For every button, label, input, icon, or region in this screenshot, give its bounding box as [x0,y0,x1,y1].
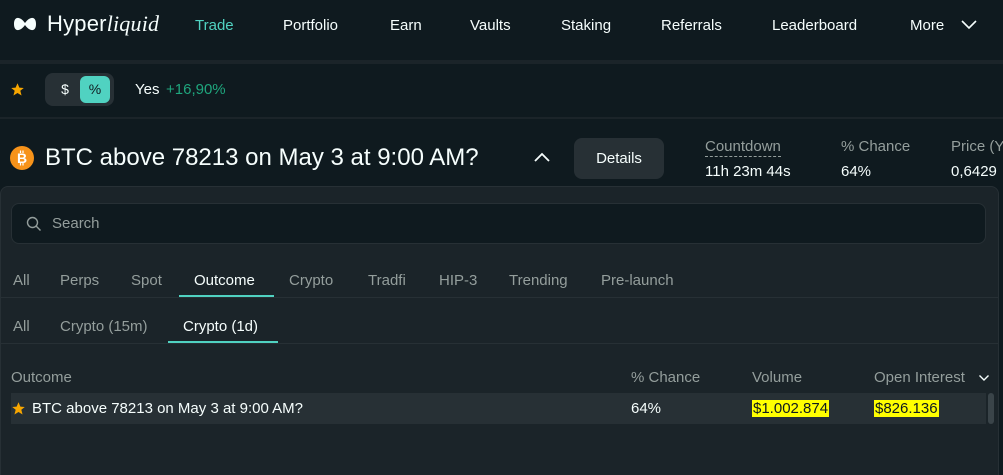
subtab-crypto-15m[interactable]: Crypto (15m) [60,318,148,335]
price-value: 0,6429 [951,163,997,180]
tab-spot[interactable]: Spot [131,272,162,289]
scrollbar[interactable] [988,393,994,424]
hyperliquid-logo-icon [14,17,36,31]
row-outcome[interactable]: BTC above 78213 on May 3 at 9:00 AM? [32,400,303,417]
row-open-interest: $826.136 [874,400,939,417]
row-volume: $1.002.874 [752,400,830,417]
chance-value: 64% [841,163,872,180]
chevron-up-icon[interactable] [533,150,551,164]
column-header-volume[interactable]: Volume [752,369,802,386]
favorites-divider [0,117,1003,119]
favorite-item-name[interactable]: Yes [135,81,159,98]
search-icon [26,216,41,231]
star-icon[interactable] [11,401,26,416]
countdown-value: 11h 23m 44s [705,163,791,180]
column-header-outcome[interactable]: Outcome [11,369,72,386]
star-icon[interactable] [10,82,25,97]
logo[interactable]: Hyperliquid [11,12,159,36]
tabs-divider [0,297,999,298]
subtabs-divider [0,343,999,344]
price-label: Price (Y [951,138,1003,155]
favorite-item-change: +16,90% [166,81,226,98]
tab-hip3[interactable]: HIP-3 [439,272,477,289]
subtab-crypto-1d[interactable]: Crypto (1d) [183,318,258,335]
nav-staking[interactable]: Staking [561,16,611,36]
unit-toggle: $ % [45,73,114,106]
details-button[interactable]: Details [574,138,664,179]
row-chance: 64% [631,400,662,417]
logo-text-regular: Hyper [47,11,107,36]
bitcoin-icon: B [10,146,34,170]
svg-text:B: B [17,150,27,166]
subtab-all[interactable]: All [13,318,30,335]
tab-tradfi[interactable]: Tradfi [368,272,406,289]
logo-text-italic: liquid [106,11,160,36]
nav-earn[interactable]: Earn [390,16,422,36]
row-open-interest-value: $826.136 [874,400,939,417]
tab-perps[interactable]: Perps [60,272,99,289]
tab-outcome[interactable]: Outcome [194,272,255,289]
tab-trending[interactable]: Trending [509,272,568,289]
tab-pre-launch[interactable]: Pre-launch [601,272,674,289]
market-title[interactable]: BTC above 78213 on May 3 at 9:00 AM? [45,143,479,173]
row-volume-value: $1.002.874 [752,400,830,417]
tab-crypto[interactable]: Crypto [289,272,333,289]
nav-more[interactable]: More [910,16,944,36]
search-input[interactable] [52,204,972,243]
column-header-open-interest[interactable]: Open Interest [874,369,965,386]
logo-text: Hyperliquid [47,12,159,36]
nav-vaults[interactable]: Vaults [470,16,511,36]
unit-dollar-button[interactable]: $ [50,76,80,103]
nav-referrals[interactable]: Referrals [661,16,722,36]
chance-label: % Chance [841,138,911,155]
countdown-label: Countdown [705,138,781,157]
top-nav: Hyperliquid Trade Portfolio Earn Vaults … [0,0,1003,52]
nav-leaderboard[interactable]: Leaderboard [772,16,857,36]
search-box [11,203,986,244]
unit-percent-button[interactable]: % [80,76,110,103]
page: Hyperliquid Trade Portfolio Earn Vaults … [0,0,1003,475]
chevron-down-icon[interactable] [978,373,990,383]
column-header-chance[interactable]: % Chance [631,369,700,386]
nav-trade[interactable]: Trade [195,16,234,36]
chevron-down-icon[interactable] [960,18,978,32]
tab-all[interactable]: All [13,272,30,289]
nav-portfolio[interactable]: Portfolio [283,16,338,36]
